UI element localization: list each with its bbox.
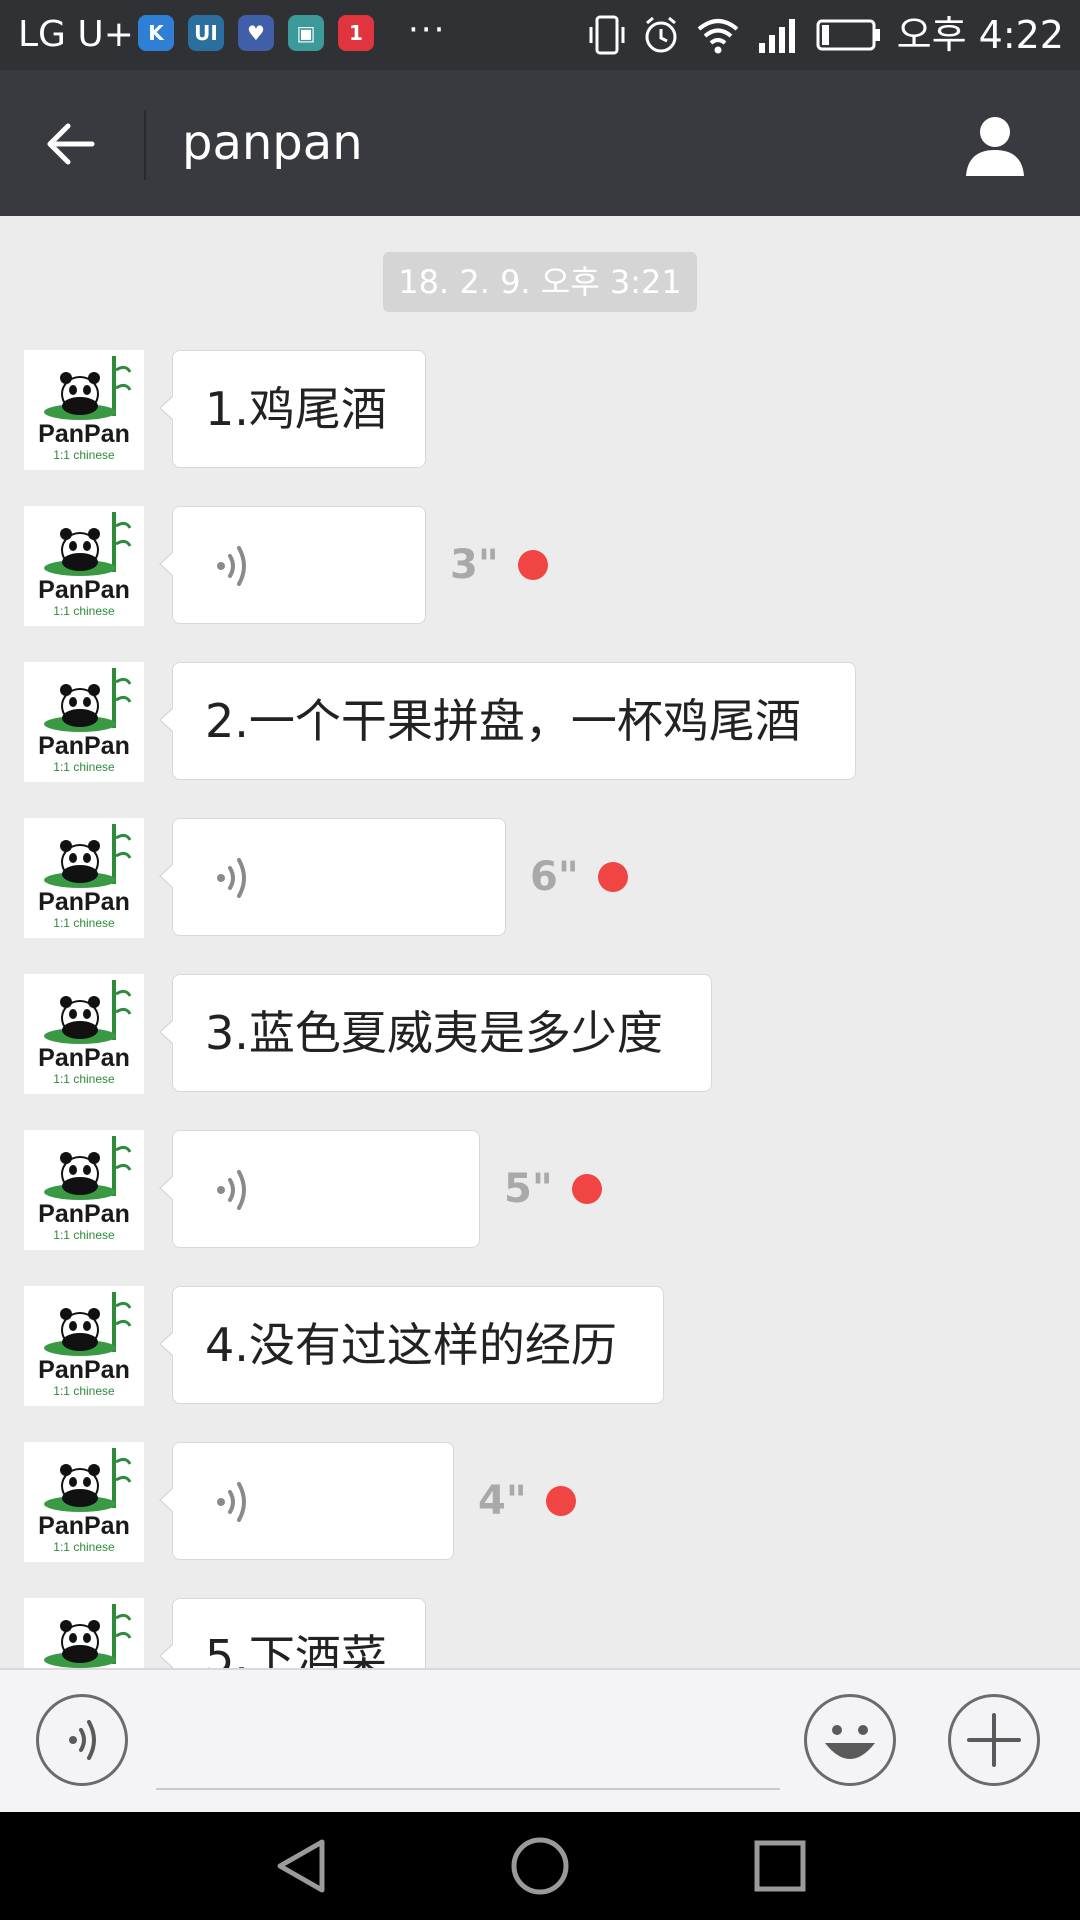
text-message: PanPan 1:1 chinese 4.没有过这样的经历 <box>24 1286 1064 1406</box>
avatar[interactable]: PanPan 1:1 chinese <box>24 350 144 470</box>
voice-message: PanPan 1:1 chinese 5" <box>24 1130 1064 1250</box>
voice-bubble[interactable] <box>159 818 506 936</box>
status-indicators: 오후 4:22 <box>587 10 1064 60</box>
message-text: 2.一个干果拼盘，一杯鸡尾酒 <box>205 694 801 748</box>
voice-duration: 3" <box>450 542 499 588</box>
voice-duration: 4" <box>478 1478 527 1524</box>
status-bar: LG U+ K UI ♥ ▣ 1 ··· 오후 4:22 <box>0 0 1080 70</box>
chat-title: panpan <box>182 115 363 171</box>
avatar-brand: PanPan <box>38 1044 130 1072</box>
message-bubble[interactable]: 3.蓝色夏威夷是多少度 <box>159 974 712 1092</box>
avatar-tagline: 1:1 chinese <box>53 1228 115 1242</box>
unread-dot <box>546 1486 576 1516</box>
voice-message: PanPan 1:1 chinese 4" <box>24 1442 1064 1562</box>
avatar-brand: PanPan <box>38 1200 130 1228</box>
avatar[interactable]: PanPan 1:1 chinese <box>24 1442 144 1562</box>
gallery-app-icon: ▣ <box>288 15 324 51</box>
avatar-tagline: 1:1 chinese <box>53 1072 115 1086</box>
more-notifications-indicator: ··· <box>408 10 447 50</box>
input-bar <box>0 1668 1080 1812</box>
avatar[interactable]: PanPan 1:1 chinese <box>24 662 144 782</box>
vibrate-icon <box>589 15 625 55</box>
avatar-tagline: 1:1 chinese <box>53 604 115 618</box>
text-message: PanPan 1:1 chinese 5.下酒菜 <box>24 1598 1064 1668</box>
voice-message: PanPan 1:1 chinese 6" <box>24 818 1064 938</box>
signal-icon <box>758 19 795 53</box>
message-input-field[interactable] <box>156 1788 780 1790</box>
voice-icon <box>69 1720 96 1760</box>
message-text: 4.没有过这样的经历 <box>205 1318 617 1372</box>
voice-message: PanPan 1:1 chinese 3" <box>24 506 1064 626</box>
back-arrow-icon[interactable] <box>40 114 100 174</box>
voice-playback-icon <box>217 1482 246 1522</box>
avatar[interactable]: PanPan 1:1 chinese <box>24 1598 144 1668</box>
nav-home-icon[interactable] <box>510 1836 570 1896</box>
text-message: PanPan 1:1 chinese 3.蓝色夏威夷是多少度 <box>24 974 1064 1094</box>
text-message: PanPan 1:1 chinese 2.一个干果拼盘，一杯鸡尾酒 <box>24 662 1064 782</box>
message-text: 1.鸡尾酒 <box>205 382 387 436</box>
voice-bubble[interactable] <box>159 1130 480 1248</box>
plus-icon <box>967 1713 1021 1767</box>
chat-header: panpan <box>0 70 1080 216</box>
clock: 오후 4:22 <box>896 13 1064 57</box>
nav-recents-icon[interactable] <box>750 1836 810 1896</box>
voice-input-button[interactable] <box>36 1694 128 1786</box>
voice-duration: 6" <box>530 854 579 900</box>
unread-dot <box>598 862 628 892</box>
message-timestamp: 18. 2. 9. 오후 3:21 <box>383 252 697 312</box>
avatar-brand: PanPan <box>38 576 130 604</box>
voice-playback-icon <box>217 546 246 586</box>
avatar[interactable]: PanPan 1:1 chinese <box>24 974 144 1094</box>
avatar-tagline: 1:1 chinese <box>53 448 115 462</box>
voice-duration: 5" <box>504 1166 553 1212</box>
message-bubble[interactable]: 1.鸡尾酒 <box>159 350 426 468</box>
battery-icon <box>816 19 880 51</box>
health-app-icon: ♥ <box>238 15 274 51</box>
avatar-tagline: 1:1 chinese <box>53 916 115 930</box>
unread-dot <box>518 550 548 580</box>
avatar-tagline: 1:1 chinese <box>53 1384 115 1398</box>
message-text: 5.下酒菜 <box>205 1630 387 1668</box>
notification-app-icon: 1 <box>338 15 374 51</box>
message-bubble[interactable]: 5.下酒菜 <box>159 1598 426 1668</box>
notification-icons: K UI ♥ ▣ 1 <box>138 15 374 51</box>
voice-playback-icon <box>217 858 246 898</box>
avatar-tagline: 1:1 chinese <box>53 1540 115 1554</box>
message-list[interactable]: 18. 2. 9. 오후 3:21 PanPan 1:1 chinese 1.鸡尾… <box>0 216 1080 1668</box>
voice-bubble[interactable] <box>159 1442 454 1560</box>
ui-app-icon: UI <box>188 15 224 51</box>
voice-bubble[interactable] <box>159 506 426 624</box>
avatar[interactable]: PanPan 1:1 chinese <box>24 818 144 938</box>
header-divider <box>144 110 146 180</box>
voice-playback-icon <box>217 1170 246 1210</box>
carrier-label: LG U+ <box>18 14 134 55</box>
text-message: PanPan 1:1 chinese 1.鸡尾酒 <box>24 350 1064 470</box>
avatar-brand: PanPan <box>38 420 130 448</box>
smiley-icon <box>825 1725 875 1759</box>
avatar[interactable]: PanPan 1:1 chinese <box>24 1286 144 1406</box>
avatar-brand: PanPan <box>38 888 130 916</box>
avatar-tagline: 1:1 chinese <box>53 760 115 774</box>
more-options-button[interactable] <box>948 1694 1040 1786</box>
avatar-brand: PanPan <box>38 732 130 760</box>
message-bubble[interactable]: 2.一个干果拼盘，一杯鸡尾酒 <box>159 662 856 780</box>
unread-dot <box>572 1174 602 1204</box>
message-text: 3.蓝色夏威夷是多少度 <box>205 1006 663 1060</box>
message-bubble[interactable]: 4.没有过这样的经历 <box>159 1286 664 1404</box>
avatar-brand: PanPan <box>38 1512 130 1540</box>
avatar[interactable]: PanPan 1:1 chinese <box>24 506 144 626</box>
alarm-icon <box>645 16 677 53</box>
wifi-icon <box>697 19 738 54</box>
system-navigation-bar <box>0 1812 1080 1920</box>
contact-profile-icon[interactable] <box>960 110 1030 180</box>
k-app-icon: K <box>138 15 174 51</box>
avatar-brand: PanPan <box>38 1356 130 1384</box>
nav-back-icon[interactable] <box>272 1836 332 1896</box>
avatar[interactable]: PanPan 1:1 chinese <box>24 1130 144 1250</box>
emoji-button[interactable] <box>804 1694 896 1786</box>
